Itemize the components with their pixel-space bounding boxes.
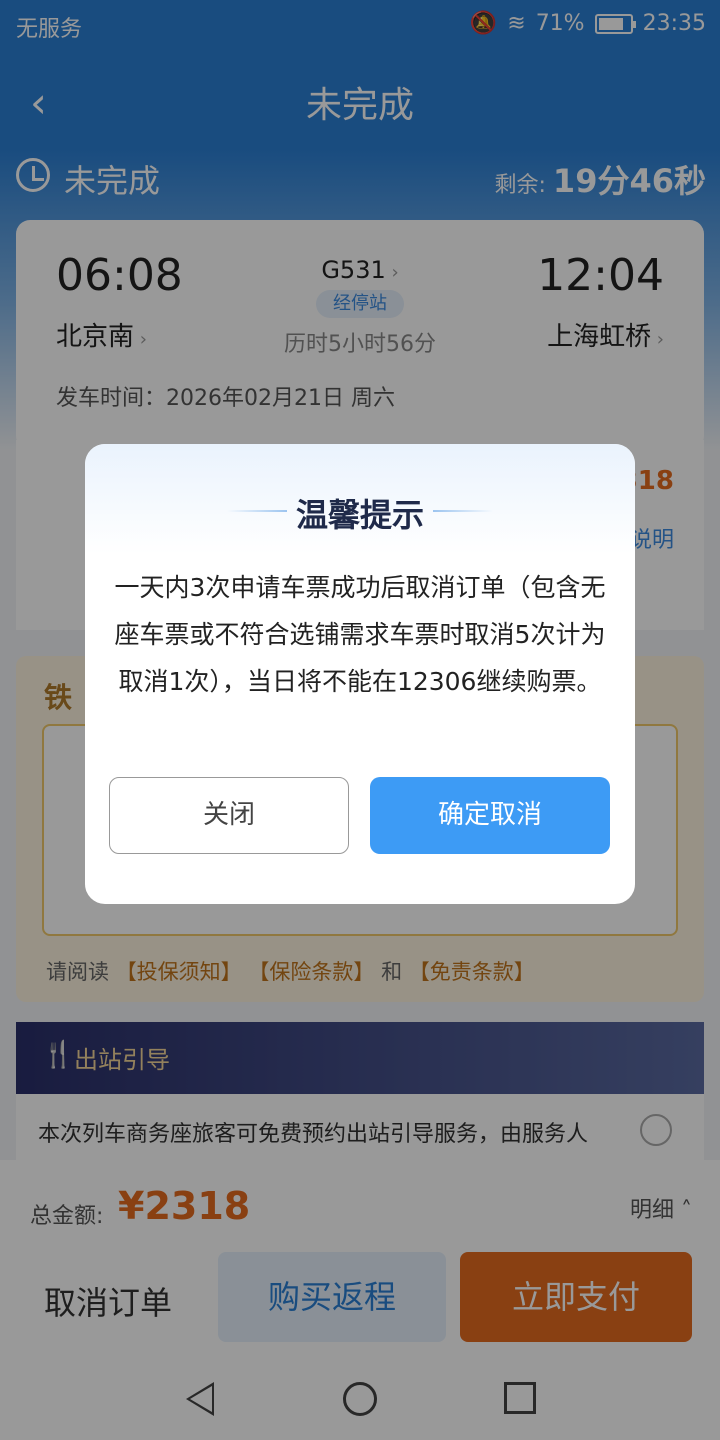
dialog-title: 温馨提示 [295,496,424,534]
confirm-cancel-button[interactable]: 确定取消 [370,777,610,854]
close-button[interactable]: 关闭 [109,777,349,854]
warning-dialog: 温馨提示 一天内3次申请车票成功后取消订单（包含无座车票或不符合选铺需求车票时取… [85,444,635,904]
dialog-message: 一天内3次申请车票成功后取消订单（包含无座车票或不符合选铺需求车票时取消5次计为… [114,573,606,696]
